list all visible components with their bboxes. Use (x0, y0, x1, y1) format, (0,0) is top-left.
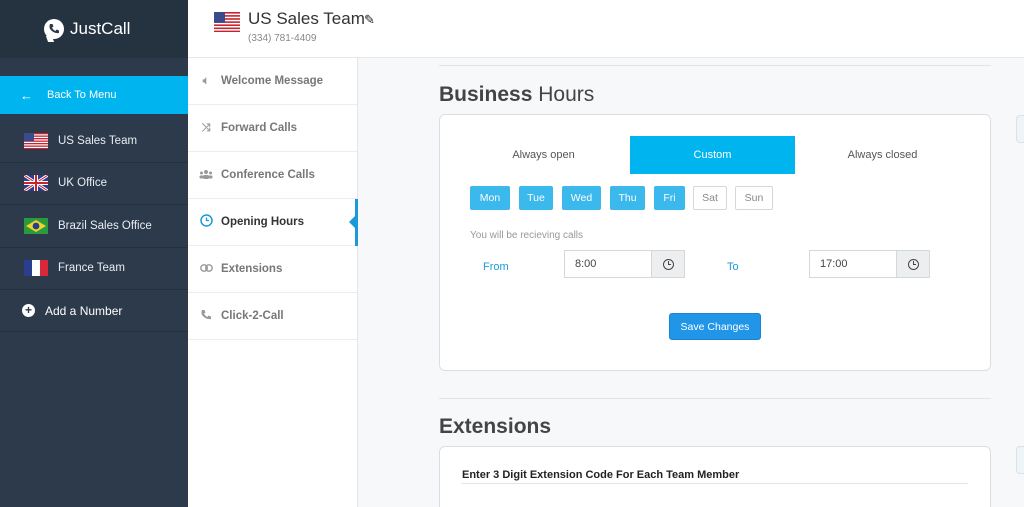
us-flag-icon (214, 12, 240, 32)
back-to-menu-button[interactable]: ← Back To Menu (0, 76, 188, 114)
us-flag-icon (24, 132, 48, 149)
clock-icon (662, 258, 674, 270)
sidebar-item-label: US Sales Team (58, 134, 138, 147)
to-label: To (727, 261, 739, 273)
extensions-title: Extensions (439, 415, 552, 438)
submenu-item-click-2-call[interactable]: Click-2-Call (188, 293, 357, 340)
page-title: US Sales Team (248, 9, 365, 28)
sidebar: JustCall ← Back To Menu US Sales Team UK… (0, 0, 188, 507)
submenu-item-forward-calls[interactable]: ⤨ Forward Calls (188, 105, 357, 152)
submenu-label: Forward Calls (221, 122, 298, 134)
submenu-item-opening-hours[interactable]: Opening Hours (188, 199, 358, 246)
day-toggle-thu[interactable]: Thu (610, 186, 645, 210)
top-header: US Sales Team ✎ (334) 781-4409 (188, 0, 1024, 58)
france-flag-icon (24, 260, 48, 277)
sidebar-item-label: UK Office (58, 177, 107, 190)
sidebar-item-france-team[interactable]: France Team (0, 248, 188, 290)
mode-custom[interactable]: Custom (630, 136, 795, 174)
side-tab[interactable] (1016, 115, 1024, 143)
day-label: Wed (570, 192, 593, 204)
save-changes-button[interactable]: Save Changes (669, 313, 761, 340)
day-toggle-sun[interactable]: Sun (735, 186, 773, 210)
extensions-subtitle: Enter 3 Digit Extension Code For Each Te… (462, 469, 740, 481)
day-label: Mon (479, 192, 501, 204)
business-hours-title: Business Hours (439, 83, 594, 107)
logo[interactable]: JustCall (0, 0, 188, 58)
divider (439, 65, 991, 66)
business-hours-title-rest: Hours (538, 83, 595, 106)
sidebar-item-uk-office[interactable]: UK Office (0, 163, 188, 205)
day-toggle-mon[interactable]: Mon (470, 186, 510, 210)
phone-icon (199, 309, 213, 324)
day-label: Sun (744, 192, 764, 204)
sidebar-item-us-sales-team[interactable]: US Sales Team (0, 120, 188, 163)
submenu-label: Welcome Message (221, 75, 324, 87)
day-label: Sat (702, 192, 718, 204)
divider (461, 483, 968, 484)
day-toggle-tue[interactable]: Tue (519, 186, 553, 210)
day-label: Thu (618, 192, 637, 204)
submenu-item-extensions[interactable]: Extensions (188, 246, 357, 293)
mode-label: Always closed (847, 149, 918, 161)
uk-flag-icon (24, 175, 48, 192)
clock-icon (907, 258, 919, 270)
sidebar-item-label: France Team (58, 262, 125, 275)
from-time-input[interactable]: 8:00 (564, 250, 652, 278)
speaker-icon: 🔈︎ (202, 74, 210, 87)
sidebar-item-brazil-sales-office[interactable]: Brazil Sales Office (0, 205, 188, 248)
to-time-input[interactable]: 17:00 (809, 250, 897, 278)
submenu-item-welcome-message[interactable]: 🔈︎ Welcome Message (188, 58, 357, 105)
settings-submenu: 🔈︎ Welcome Message ⤨ Forward Calls Confe… (188, 58, 358, 507)
divider (439, 398, 991, 399)
pencil-icon[interactable]: ✎ (364, 12, 375, 28)
from-time-picker-button[interactable] (651, 250, 685, 278)
mode-label: Custom (693, 149, 732, 161)
link-icon (199, 263, 213, 275)
day-label: Fri (663, 192, 676, 204)
business-hours-title-bold: Business (439, 83, 533, 106)
day-toggle-wed[interactable]: Wed (562, 186, 601, 210)
clock-icon (199, 214, 213, 230)
mode-always-closed[interactable]: Always closed (800, 136, 965, 174)
group-icon (199, 169, 213, 182)
mode-label: Always open (512, 149, 575, 161)
app-name: JustCall (70, 19, 131, 38)
submenu-label: Conference Calls (221, 169, 315, 181)
day-toggle-sat[interactable]: Sat (693, 186, 727, 210)
back-to-menu-label: Back To Menu (47, 89, 117, 101)
to-time-picker-button[interactable] (896, 250, 930, 278)
submenu-label: Extensions (221, 263, 283, 275)
arrow-left-icon: ← (20, 87, 33, 103)
mode-always-open[interactable]: Always open (462, 136, 625, 174)
phone-bubble-icon (44, 19, 64, 39)
day-toggle-fri[interactable]: Fri (654, 186, 685, 210)
add-number-label: Add a Number (45, 303, 123, 318)
brazil-flag-icon (24, 217, 48, 234)
calls-note: You will be recieving calls (470, 230, 584, 241)
submenu-label: Opening Hours (221, 216, 305, 228)
submenu-label: Click-2-Call (221, 310, 284, 322)
add-number-button[interactable]: + Add a Number (0, 290, 188, 332)
from-label: From (483, 261, 509, 273)
plus-icon: + (22, 304, 35, 317)
shuffle-icon: ⤨ (201, 121, 211, 134)
sidebar-item-label: Brazil Sales Office (58, 219, 152, 232)
day-label: Tue (527, 192, 545, 204)
phone-number: (334) 781-4409 (248, 33, 317, 44)
submenu-item-conference-calls[interactable]: Conference Calls (188, 152, 357, 199)
side-tab[interactable] (1016, 446, 1024, 474)
